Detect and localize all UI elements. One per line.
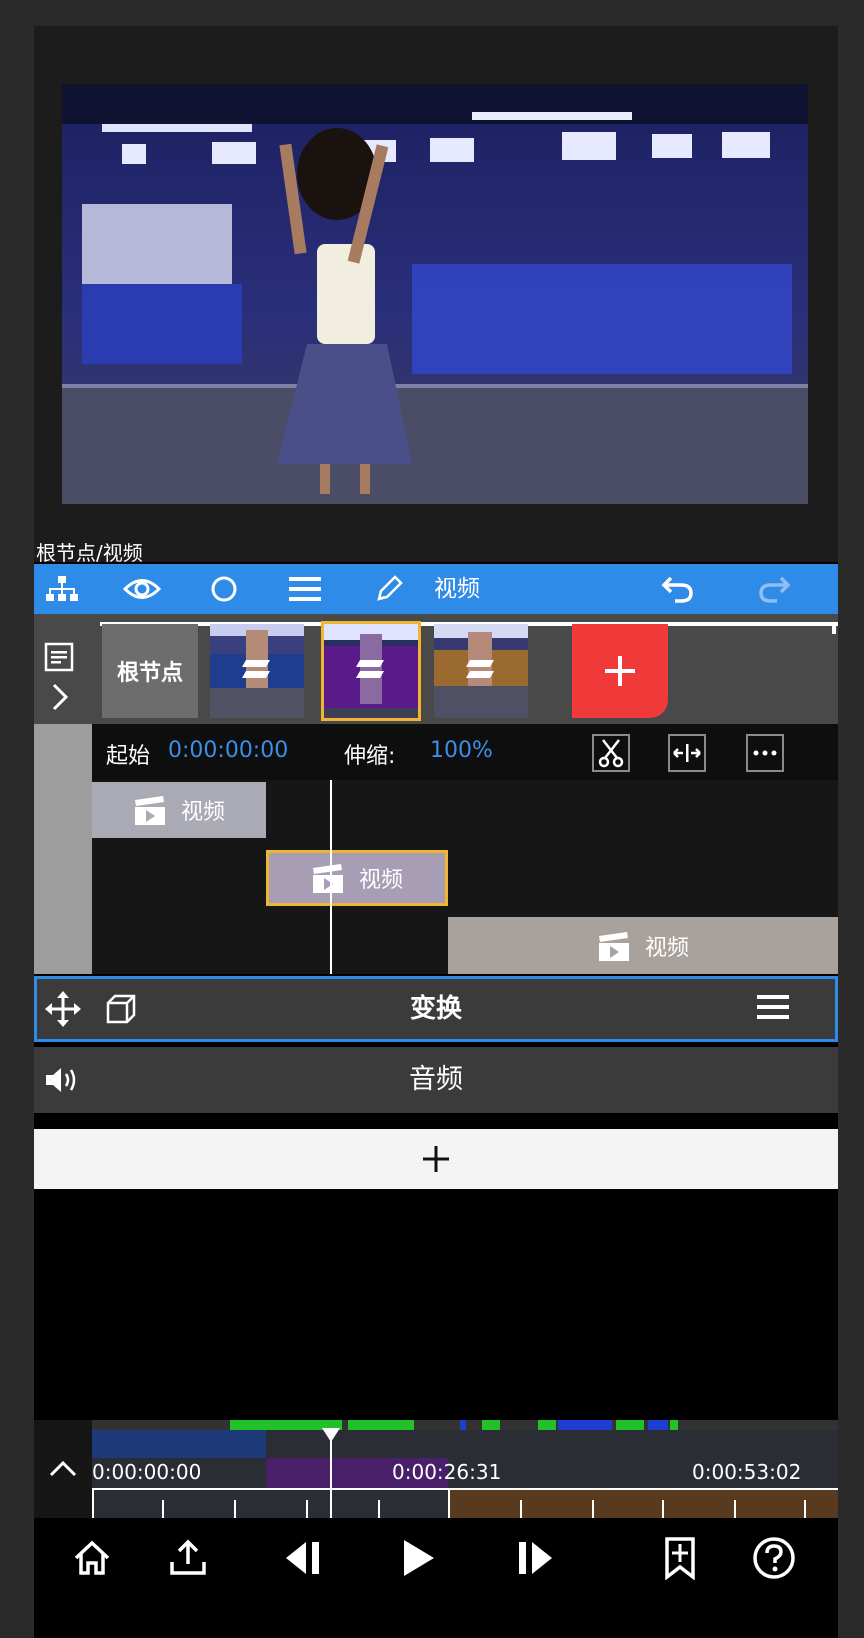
marker-segment: [616, 1420, 644, 1430]
marker-segment: [460, 1420, 466, 1430]
clip-label: 视频: [180, 800, 225, 825]
plus-icon: [605, 656, 635, 686]
ruler-tick: [804, 1500, 806, 1518]
ruler-tick: [448, 1488, 450, 1518]
transform-bar[interactable]: 变换: [34, 976, 838, 1042]
pencil-icon[interactable]: [372, 564, 406, 614]
timeline-clip[interactable]: 视频: [448, 917, 838, 974]
start-time-value[interactable]: 0:00:00:00: [168, 738, 288, 763]
hierarchy-icon[interactable]: [44, 564, 80, 614]
next-frame-icon[interactable]: [506, 1530, 562, 1586]
home-icon[interactable]: [64, 1530, 120, 1586]
video-clip-icon: [134, 796, 165, 825]
preview-area: [34, 26, 838, 562]
document-icon[interactable]: [44, 642, 74, 676]
more-button[interactable]: [746, 734, 784, 772]
layer-thumbnail[interactable]: [210, 624, 304, 718]
marker-segment: [670, 1420, 678, 1430]
clip-label: 视频: [644, 935, 689, 961]
bookmark-icon[interactable]: [652, 1530, 708, 1586]
bottom-bar: [34, 1518, 838, 1638]
ruler-tick: [306, 1500, 308, 1518]
audio-bar[interactable]: 音频: [34, 1047, 838, 1113]
marker-segment: [482, 1420, 500, 1430]
clip-label: 视频: [358, 868, 403, 893]
layers-icon: [466, 660, 494, 678]
audio-title: 音频: [409, 1064, 463, 1095]
split-button[interactable]: [668, 734, 706, 772]
marker-segment: [538, 1420, 556, 1430]
marker-segment: [558, 1420, 612, 1430]
undo-icon[interactable]: [660, 564, 696, 614]
transform-menu-icon[interactable]: [757, 993, 789, 1025]
overview-time-mid: 0:00:26:31: [392, 1460, 502, 1484]
ruler-tick: [592, 1500, 594, 1518]
circle-icon[interactable]: [208, 564, 240, 614]
layer-strip: 根节点: [34, 614, 838, 724]
timeline-clip[interactable]: 视频: [92, 782, 266, 838]
cut-button[interactable]: [592, 734, 630, 772]
video-clip-icon: [598, 931, 629, 961]
playhead-line[interactable]: [330, 780, 332, 974]
play-icon[interactable]: [390, 1530, 446, 1586]
layer-thumbnail[interactable]: [434, 624, 528, 718]
marker-segment: [648, 1420, 668, 1430]
timeline: 起始 0:00:00:00 伸缩: 100% 视频 视频 视频: [34, 724, 838, 974]
video-clip-icon: [312, 864, 343, 893]
scissors-icon: [598, 739, 624, 768]
overview-scrubber[interactable]: 0:00:00:00 0:00:26:31 0:00:53:02: [34, 1420, 838, 1518]
timeline-gutter: [34, 724, 92, 974]
overview-time-end: 0:00:53:02: [692, 1460, 802, 1484]
overview-playhead[interactable]: [330, 1430, 332, 1518]
menu-icon[interactable]: [288, 564, 322, 614]
split-icon: [673, 744, 701, 762]
export-icon[interactable]: [160, 1530, 216, 1586]
breadcrumb: 根节点/视频: [36, 541, 143, 565]
root-node-tile[interactable]: 根节点: [102, 624, 198, 718]
layer-thumbnail-selected[interactable]: [321, 621, 421, 721]
current-layer-label: 视频: [434, 576, 480, 602]
start-label: 起始: [106, 744, 151, 769]
playhead-triangle-icon[interactable]: [322, 1428, 340, 1442]
ruler-tick: [520, 1500, 522, 1518]
toolbar: 视频: [34, 564, 838, 614]
add-track-button[interactable]: [34, 1129, 838, 1189]
ruler-tick: [162, 1500, 164, 1518]
timeline-clip-selected[interactable]: 视频: [266, 850, 448, 906]
layers-icon: [356, 660, 384, 678]
ruler-tick: [234, 1500, 236, 1518]
app-root: 根节点/视频 视频 根节点 起始 0:00:00:00 伸缩: 100% 视频 …: [34, 26, 838, 1638]
overview-left-panel: [34, 1420, 92, 1518]
video-preview[interactable]: [62, 84, 808, 504]
eye-icon[interactable]: [122, 564, 162, 614]
overview-clip-1: [92, 1430, 266, 1458]
ruler-tick: [734, 1500, 736, 1518]
ruler-tick: [662, 1500, 664, 1518]
more-dots-icon: [753, 750, 777, 756]
chevron-up-icon[interactable]: [48, 1458, 78, 1482]
scale-value[interactable]: 100%: [430, 738, 493, 763]
overview-clip-3: [448, 1488, 838, 1518]
ruler-tick: [92, 1488, 94, 1518]
overview-time-start: 0:00:00:00: [92, 1460, 202, 1484]
add-layer-button[interactable]: [572, 624, 668, 718]
help-icon[interactable]: [746, 1530, 802, 1586]
timeline-header: 起始 0:00:00:00 伸缩: 100%: [92, 724, 838, 780]
transform-title: 变换: [409, 994, 462, 1024]
plus-icon: [423, 1146, 449, 1172]
ruler-tick: [378, 1500, 380, 1518]
marker-segment: [348, 1420, 414, 1430]
scale-label: 伸缩:: [344, 744, 396, 769]
redo-icon[interactable]: [756, 564, 792, 614]
chevron-right-icon[interactable]: [50, 682, 70, 716]
layer-strip-top-line-end: [832, 622, 836, 634]
overview-track-area[interactable]: 0:00:00:00 0:00:26:31 0:00:53:02: [92, 1420, 838, 1518]
ruler-baseline: [92, 1488, 838, 1490]
layers-icon: [242, 660, 270, 678]
prev-frame-icon[interactable]: [276, 1530, 332, 1586]
